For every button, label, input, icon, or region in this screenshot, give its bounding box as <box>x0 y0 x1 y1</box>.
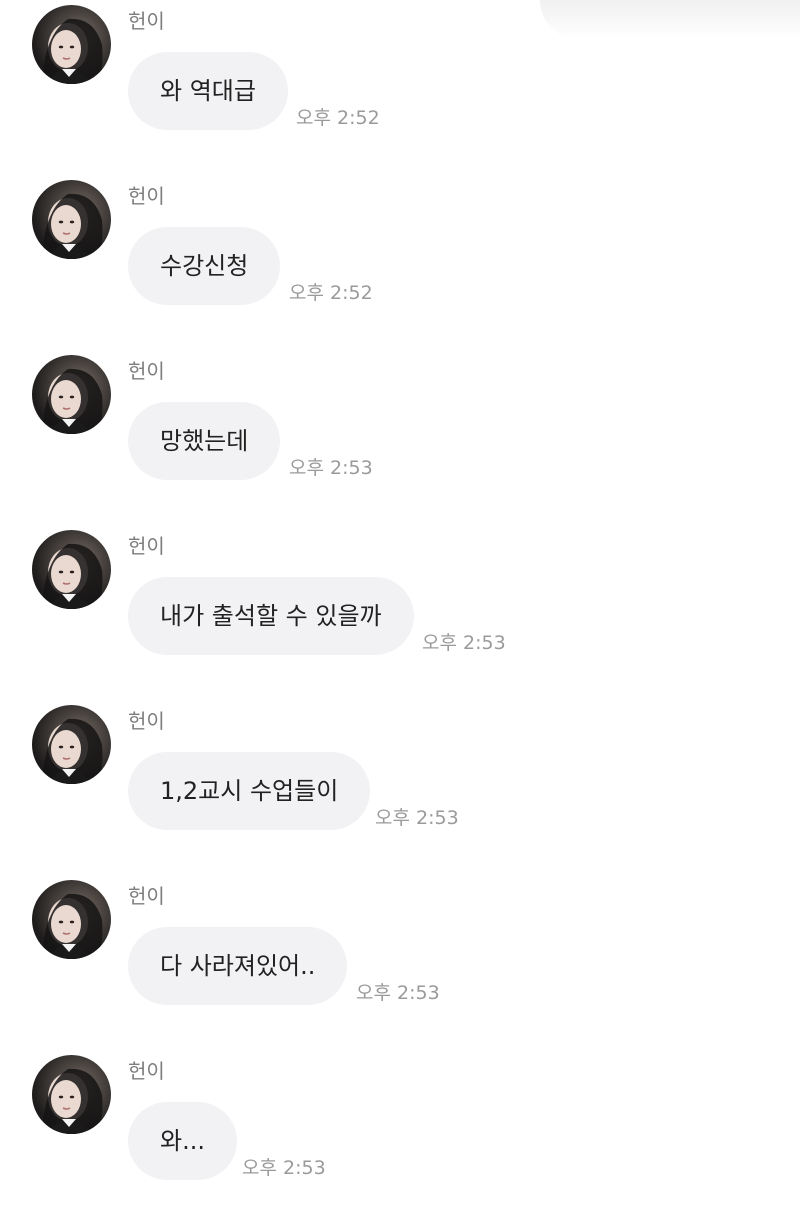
avatar-photo-icon <box>42 18 103 84</box>
message-row: 헌이 수강신청 오후 2:52 <box>0 175 800 350</box>
message-row: 헌이 내가 출석할 수 있을까 오후 2:53 <box>0 525 800 700</box>
avatar[interactable] <box>32 530 111 609</box>
sender-name: 헌이 <box>128 709 165 733</box>
message-bubble[interactable]: 내가 출석할 수 있을까 <box>128 577 414 655</box>
avatar[interactable] <box>32 180 111 259</box>
avatar-photo-icon <box>42 543 103 609</box>
avatar-photo-icon <box>42 718 103 784</box>
chat-message-list[interactable]: 헌이 와 역대급 오후 2:52 헌이 수강신청 오후 2:52 헌이 망했는데… <box>0 0 800 1199</box>
avatar[interactable] <box>32 1055 111 1134</box>
message-time: 오후 2:53 <box>242 1157 326 1179</box>
avatar-photo-icon <box>42 1068 103 1134</box>
message-time: 오후 2:53 <box>289 457 373 479</box>
avatar-photo-icon <box>42 893 103 959</box>
sender-name: 헌이 <box>128 9 165 33</box>
avatar[interactable] <box>32 355 111 434</box>
message-time: 오후 2:52 <box>289 282 373 304</box>
message-bubble[interactable]: 수강신청 <box>128 227 281 305</box>
avatar-photo-icon <box>42 368 103 434</box>
sender-name: 헌이 <box>128 359 165 383</box>
message-row: 헌이 와 역대급 오후 2:52 <box>0 0 800 175</box>
avatar-photo-icon <box>42 193 103 259</box>
message-time: 오후 2:53 <box>422 632 506 654</box>
message-row: 헌이 1,2교시 수업들이 오후 2:53 <box>0 700 800 875</box>
message-bubble[interactable]: 와... <box>128 1102 237 1180</box>
message-bubble[interactable]: 와 역대급 <box>128 52 288 130</box>
message-bubble[interactable]: 다 사라져있어.. <box>128 927 348 1005</box>
message-time: 오후 2:52 <box>296 107 380 129</box>
avatar[interactable] <box>32 5 111 84</box>
sender-name: 헌이 <box>128 534 165 558</box>
avatar[interactable] <box>32 880 111 959</box>
sender-name: 헌이 <box>128 1059 165 1083</box>
message-row: 헌이 다 사라져있어.. 오후 2:53 <box>0 875 800 1050</box>
sender-name: 헌이 <box>128 884 165 908</box>
message-row: 헌이 망했는데 오후 2:53 <box>0 350 800 525</box>
message-time: 오후 2:53 <box>356 982 440 1004</box>
avatar[interactable] <box>32 705 111 784</box>
message-bubble[interactable]: 1,2교시 수업들이 <box>128 752 371 830</box>
sender-name: 헌이 <box>128 184 165 208</box>
message-time: 오후 2:53 <box>375 807 459 829</box>
message-bubble[interactable]: 망했는데 <box>128 402 281 480</box>
